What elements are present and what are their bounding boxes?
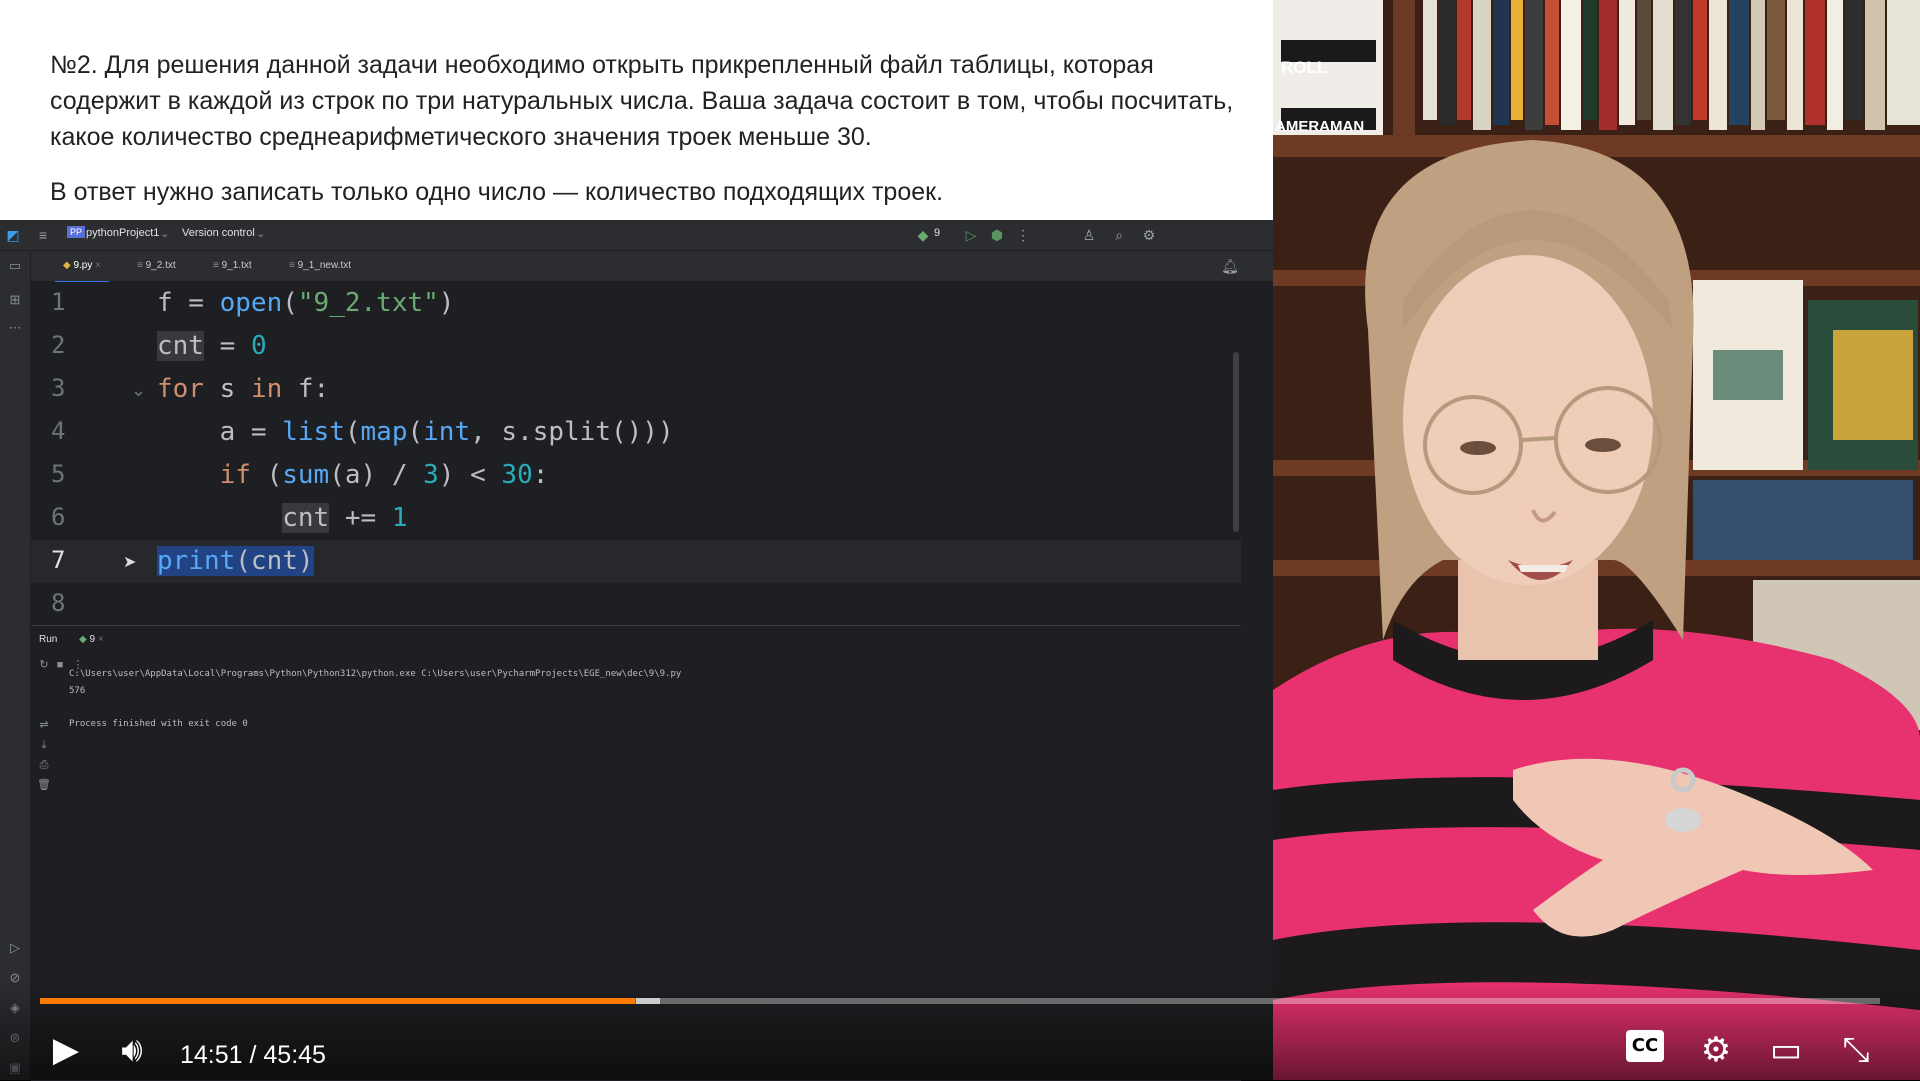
scroll-to-end-icon[interactable]: ⤓ <box>35 736 53 754</box>
volume-icon[interactable]: 🔊︎ <box>110 1028 154 1072</box>
project-chevron-icon[interactable]: ⌄ <box>160 227 169 240</box>
play-icon[interactable]: ▶ <box>44 1028 88 1072</box>
tab-9-py[interactable]: ◆ 9.py × <box>55 251 109 283</box>
shelf-label-2: AMERAMAN <box>1275 118 1365 135</box>
player-controls: ▶ 🔊︎ 14:51 / 45:45 CC ⚙ ▭ ⤡ <box>0 980 1920 1080</box>
code-line: 3 ⌄ for s in f: <box>31 368 1241 411</box>
code-text: cnt += 1 <box>282 503 408 533</box>
tab-9-1-txt[interactable]: ≡ 9_1.txt <box>205 251 260 281</box>
trash-icon[interactable]: 🗑︎ <box>35 776 53 794</box>
code-line: 8 <box>31 583 1241 626</box>
tab-label: 9_1.txt <box>221 260 252 271</box>
vcs-chevron-icon[interactable]: ⌄ <box>256 227 265 240</box>
code-text: if (sum(a) / 3) < 30: <box>219 460 549 490</box>
ide-titlebar: ◩ ≡ PP pythonProject1 ⌄ Version control … <box>0 220 1273 251</box>
editor-tabs: ◆ 9.py × ≡ 9_2.txt ≡ 9_1.txt ≡ 9_1_new.t… <box>31 251 1273 283</box>
miniplayer-icon[interactable]: ▭ <box>1764 1028 1808 1072</box>
soft-wrap-icon[interactable]: ⇌ <box>35 716 53 734</box>
presenter-scene <box>1273 0 1920 1080</box>
captions-icon[interactable]: CC <box>1626 1030 1664 1062</box>
text-file-icon: ≡ <box>213 260 222 271</box>
fullscreen-exit-icon[interactable]: ⤡ <box>1834 1028 1878 1072</box>
mouse-cursor-icon: ➤ <box>123 554 137 571</box>
code-line: 5 if (sum(a) / 3) < 30: <box>31 454 1241 497</box>
python-icon: ◆ <box>79 634 87 645</box>
run-output: 576 <box>69 686 86 696</box>
line-number: 7 <box>51 546 66 574</box>
ide-window: ◩ ≡ PP pythonProject1 ⌄ Version control … <box>0 220 1273 1081</box>
task-paragraph-2: В ответ нужно записать только одно число… <box>50 178 944 206</box>
tab-label: 9_2.txt <box>145 260 176 271</box>
vcs-selector[interactable]: Version control <box>182 227 255 239</box>
line-number: 1 <box>51 288 66 316</box>
code-line-current: 7 ➤ print(cnt) <box>31 540 1241 583</box>
close-tab-icon[interactable]: × <box>98 634 104 645</box>
line-number: 6 <box>51 503 66 531</box>
settings-icon[interactable]: ⚙ <box>1140 226 1158 244</box>
code-text: for s in f: <box>157 374 330 404</box>
settings-icon[interactable]: ⚙ <box>1694 1028 1738 1072</box>
code-text: f = open("9_2.txt") <box>157 288 455 318</box>
line-number: 4 <box>51 417 66 445</box>
run-tab-title[interactable]: Run <box>39 634 57 645</box>
line-number: 5 <box>51 460 66 488</box>
presenter-video: ROLL AMERAMAN <box>1273 0 1920 1080</box>
structure-tool-icon[interactable]: ⊞ <box>6 291 24 309</box>
editor-scrollbar[interactable] <box>1233 352 1239 532</box>
python-file-icon: ◆ <box>63 260 74 271</box>
print-icon[interactable]: ⎙ <box>35 756 53 774</box>
run-tool-icon[interactable]: ▷ <box>6 939 24 957</box>
project-tool-icon[interactable]: ▭ <box>6 257 24 275</box>
more-actions-icon[interactable]: ⋮ <box>1014 226 1032 244</box>
code-line: 6 cnt += 1 <box>31 497 1241 540</box>
account-icon[interactable]: ♙ <box>1080 226 1098 244</box>
run-finished-message: Process finished with exit code 0 <box>69 719 248 729</box>
app-logo-icon: ◩ <box>6 227 20 243</box>
text-file-icon: ≡ <box>289 260 298 271</box>
more-tools-icon[interactable]: ⋯ <box>6 319 24 337</box>
progress-played[interactable] <box>40 998 636 1004</box>
task-statement: №2. Для решения данной задачи необходимо… <box>0 0 1273 220</box>
tab-9-2-txt[interactable]: ≡ 9_2.txt <box>129 251 184 281</box>
line-number: 3 <box>51 374 66 402</box>
stop-icon[interactable]: ■ <box>51 656 69 674</box>
shelf-label-1: ROLL <box>1281 58 1328 77</box>
fold-chevron-icon[interactable]: ⌄ <box>131 380 146 401</box>
run-icon[interactable]: ▷ <box>962 226 980 244</box>
line-number: 2 <box>51 331 66 359</box>
code-line: 2 cnt = 0 <box>31 325 1241 368</box>
tab-label: 9.py <box>73 260 93 271</box>
code-line: 4 a = list(map(int, s.split())) <box>31 411 1241 454</box>
code-line: 1 f = open("9_2.txt") <box>31 282 1241 325</box>
code-text: cnt = 0 <box>157 331 267 361</box>
time-display: 14:51 / 45:45 <box>180 1041 326 1069</box>
search-icon[interactable]: ⌕ <box>1110 226 1128 244</box>
text-file-icon: ≡ <box>137 260 146 271</box>
left-tool-rail: ▭ ⊞ ⋯ ▷ ⊘ ◈ ⊜ ▣ <box>0 251 31 1080</box>
code-editor[interactable]: 1 f = open("9_2.txt") 2 cnt = 0 3 ⌄ for … <box>31 282 1241 624</box>
code-text: a = list(map(int, s.split())) <box>157 417 674 447</box>
tab-9-1-new-txt[interactable]: ≡ 9_1_new.txt <box>281 251 359 281</box>
task-paragraph-1: №2. Для решения данной задачи необходимо… <box>50 51 1234 151</box>
run-config-selector[interactable]: 9 <box>934 227 940 239</box>
code-text: print(cnt) <box>157 546 314 576</box>
tab-label: 9_1_new.txt <box>297 260 351 271</box>
run-config-label: 9 <box>89 634 96 645</box>
notifications-icon[interactable]: 🔔︎ <box>1221 257 1239 275</box>
run-config-tab[interactable]: ◆ 9 × <box>79 634 104 645</box>
run-panel-header: Run ◆ 9 × <box>31 626 1241 654</box>
run-command: C:\Users\user\AppData\Local\Programs\Pyt… <box>69 669 682 679</box>
progress-buffered <box>636 998 660 1004</box>
main-menu-icon[interactable]: ≡ <box>34 226 52 244</box>
project-badge: PP <box>67 226 86 238</box>
close-tab-icon[interactable]: × <box>95 260 101 271</box>
debug-icon[interactable]: ⬢ <box>988 226 1006 244</box>
line-number: 8 <box>51 589 66 617</box>
project-selector[interactable]: pythonProject1 <box>86 227 159 239</box>
python-icon: ◆ <box>917 227 929 243</box>
